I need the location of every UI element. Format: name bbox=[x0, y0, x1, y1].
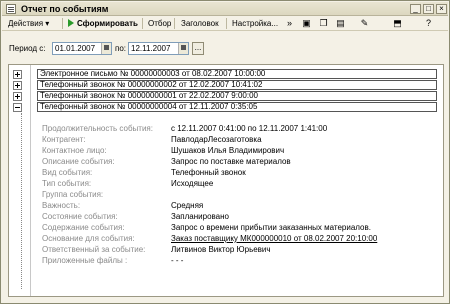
period-from-value: 01.01.2007 bbox=[55, 44, 96, 53]
collapse-icon[interactable] bbox=[13, 103, 22, 112]
period-row: Период с: 01.01.2007 по: 12.11.2007 ... bbox=[9, 42, 269, 55]
header-button[interactable]: Заголовок bbox=[181, 19, 219, 28]
toolbar-arrow-icon[interactable]: » bbox=[283, 17, 296, 30]
detail-label: Ответственный за событие: bbox=[42, 245, 146, 254]
calendar-icon[interactable] bbox=[178, 43, 188, 54]
period-to-label: по: bbox=[115, 44, 127, 53]
report-icon bbox=[6, 4, 16, 14]
detail-value: Литвинов Виктор Юрьевич bbox=[171, 245, 271, 254]
detail-label: Контрагент: bbox=[42, 135, 86, 144]
detail-label: Контактное лицо: bbox=[42, 146, 107, 155]
detail-value: ПавлодарЛесозаготовка bbox=[171, 135, 262, 144]
actions-label: Действия bbox=[8, 19, 44, 28]
period-from-label: Период с: bbox=[9, 44, 46, 53]
actions-menu[interactable]: Действия ▾ bbox=[8, 19, 49, 28]
calendar-icon[interactable] bbox=[101, 43, 111, 54]
event-row[interactable]: Телефонный звонок № 00000000002 от 12.02… bbox=[37, 80, 437, 90]
detail-value: - - - bbox=[171, 256, 184, 265]
event-row[interactable]: Телефонный звонок № 00000000004 от 12.11… bbox=[37, 102, 437, 112]
detail-label: Группа события: bbox=[42, 190, 104, 199]
period-to-value: 12.11.2007 bbox=[131, 44, 171, 53]
toolbar-separator bbox=[62, 18, 63, 29]
detail-label: Состояние события: bbox=[42, 212, 118, 221]
basis-document-link[interactable]: Заказ поставщику МК000000010 от 08.02.20… bbox=[171, 234, 377, 243]
detail-label: Продолжительность события: bbox=[42, 124, 153, 133]
tree-gutter bbox=[9, 65, 31, 296]
detail-label: Тип события: bbox=[42, 179, 92, 188]
period-select-button[interactable]: ... bbox=[192, 42, 204, 55]
paste-icon[interactable]: ▤ bbox=[334, 17, 347, 30]
detail-value: Запрос о времени прибытии заказанных мат… bbox=[171, 223, 371, 232]
report-area: Электронное письмо № 00000000003 от 08.0… bbox=[8, 64, 444, 297]
toolbar-separator bbox=[226, 18, 227, 29]
toolbar: Действия ▾ Сформировать Отбор Заголовок … bbox=[2, 16, 448, 31]
detail-value: Средняя bbox=[171, 201, 204, 210]
detail-value: Шушаков Илья Владимирович bbox=[171, 146, 285, 155]
toolbar-separator bbox=[142, 18, 143, 29]
event-row[interactable]: Электронное письмо № 00000000003 от 08.0… bbox=[37, 69, 437, 79]
window-title: Отчет по событиям bbox=[21, 4, 109, 14]
edit-icon[interactable]: ✎ bbox=[358, 17, 371, 30]
detail-label: Приложенные файлы : bbox=[42, 256, 128, 265]
tree-line bbox=[21, 113, 22, 289]
open-icon[interactable]: ⬒ bbox=[391, 17, 404, 30]
period-to-field[interactable]: 12.11.2007 bbox=[128, 42, 189, 55]
settings-button[interactable]: Настройка... bbox=[232, 19, 278, 28]
detail-value: Запланировано bbox=[171, 212, 229, 221]
minimize-icon[interactable]: _ bbox=[410, 4, 421, 14]
copy-icon[interactable]: ❐ bbox=[317, 17, 330, 30]
toolbar-separator bbox=[174, 18, 175, 29]
detail-label: Содержание события: bbox=[42, 223, 125, 232]
chevron-down-icon: ▾ bbox=[45, 19, 50, 28]
expand-icon[interactable] bbox=[13, 92, 22, 101]
generate-label: Сформировать bbox=[77, 19, 138, 28]
expand-icon[interactable] bbox=[13, 70, 22, 79]
detail-label: Описание события: bbox=[42, 157, 115, 166]
maximize-icon[interactable]: □ bbox=[423, 4, 434, 14]
close-icon[interactable]: × bbox=[436, 4, 447, 14]
detail-value: с 12.11.2007 0:41:00 по 12.11.2007 1:41:… bbox=[171, 124, 328, 133]
help-icon[interactable]: ? bbox=[422, 17, 435, 30]
detail-value: Телефонный звонок bbox=[171, 168, 246, 177]
save-icon[interactable]: ▣ bbox=[300, 17, 313, 30]
expand-icon[interactable] bbox=[13, 81, 22, 90]
detail-value: Запрос по поставке материалов bbox=[171, 157, 291, 166]
detail-label: Важность: bbox=[42, 201, 81, 210]
title-bar: Отчет по событиям _ □ × bbox=[2, 2, 448, 16]
period-from-field[interactable]: 01.01.2007 bbox=[52, 42, 112, 55]
detail-label: Основание для события: bbox=[42, 234, 135, 243]
play-icon bbox=[68, 19, 74, 27]
detail-value: Исходящее bbox=[171, 179, 214, 188]
generate-button[interactable]: Сформировать bbox=[68, 19, 138, 28]
event-row[interactable]: Телефонный звонок № 00000000001 от 22.02… bbox=[37, 91, 437, 101]
detail-label: Вид события: bbox=[42, 168, 93, 177]
filter-button[interactable]: Отбор bbox=[148, 19, 171, 28]
report-window: Отчет по событиям _ □ × Действия ▾ Сформ… bbox=[0, 0, 450, 304]
